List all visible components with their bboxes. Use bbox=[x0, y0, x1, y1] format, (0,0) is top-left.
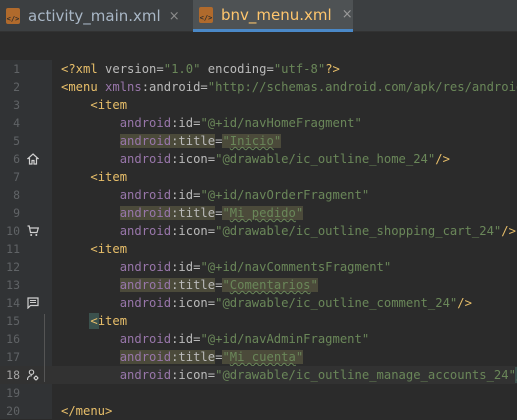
line-number: 18 bbox=[6, 368, 20, 382]
line-number: 8 bbox=[13, 188, 20, 202]
code-text: <item bbox=[89, 313, 128, 329]
code-text: <item bbox=[90, 98, 128, 112]
code-line[interactable]: 10 android:icon="@drawable/ic_outline_sh… bbox=[0, 222, 517, 240]
line-number: 12 bbox=[6, 260, 20, 274]
tab-label: activity_main.xml bbox=[28, 7, 161, 25]
home-icon[interactable] bbox=[26, 153, 40, 165]
close-icon[interactable]: × bbox=[342, 7, 353, 22]
breadcrumb-area bbox=[0, 32, 517, 60]
line-number: 3 bbox=[13, 98, 20, 112]
line-number: 14 bbox=[6, 296, 20, 310]
xml-file-icon: </> bbox=[6, 8, 20, 24]
code-line[interactable]: 8 android:id="@+id/navOrderFragment" bbox=[0, 186, 517, 204]
line-number: 17 bbox=[6, 350, 20, 364]
code-line[interactable]: 15 <item bbox=[0, 312, 517, 330]
code-text: <menu xmlns:android="http://schemas.andr… bbox=[61, 80, 517, 94]
line-number: 19 bbox=[6, 386, 20, 400]
code-line[interactable]: 17 android:title="Mi cuenta" bbox=[0, 348, 517, 366]
code-line[interactable]: 4 android:id="@+id/navHomeFragment" bbox=[0, 114, 517, 132]
line-number: 16 bbox=[6, 332, 20, 346]
line-number: 15 bbox=[6, 314, 20, 328]
code-text: android:icon="@drawable/ic_outline_comme… bbox=[119, 296, 472, 310]
line-number: 13 bbox=[6, 278, 20, 292]
code-line[interactable]: 20 </menu> bbox=[0, 402, 517, 420]
code-text: android:icon="@drawable/ic_outline_shopp… bbox=[119, 224, 516, 238]
code-line[interactable]: 3 <item bbox=[0, 96, 517, 114]
shopping-cart-icon[interactable] bbox=[27, 225, 40, 237]
tab-activity-main[interactable]: </> activity_main.xml × bbox=[0, 0, 192, 32]
xml-file-icon: </> bbox=[199, 6, 213, 23]
tab-label: bnv_menu.xml bbox=[221, 5, 332, 24]
code-line[interactable]: 9 android:title="Mi pedido" bbox=[0, 204, 517, 222]
tab-bnv-menu[interactable]: </> bnv_menu.xml × bbox=[193, 0, 353, 32]
manage-accounts-icon[interactable] bbox=[26, 369, 39, 381]
line-number: 10 bbox=[6, 224, 20, 238]
code-text: android:title="Inicio" bbox=[119, 134, 282, 148]
line-number: 11 bbox=[6, 242, 20, 256]
code-text: android:id="@+id/navOrderFragment" bbox=[119, 188, 370, 202]
line-number: 9 bbox=[13, 206, 20, 220]
line-number: 20 bbox=[6, 404, 20, 418]
code-line[interactable]: 6 android:icon="@drawable/ic_outline_hom… bbox=[0, 150, 517, 168]
code-line[interactable]: 2 <menu xmlns:android="http://schemas.and… bbox=[0, 78, 517, 96]
line-number: 6 bbox=[13, 152, 20, 166]
code-text: android:id="@+id/navHomeFragment" bbox=[119, 116, 362, 130]
line-number: 1 bbox=[13, 62, 20, 76]
code-line[interactable]: 19 bbox=[0, 384, 517, 402]
code-text: android:id="@+id/navCommentsFragment" bbox=[119, 260, 392, 274]
code-text: android:id="@+id/navAdminFragment" bbox=[119, 332, 370, 346]
code-line[interactable]: 7 <item bbox=[0, 168, 517, 186]
comment-icon[interactable] bbox=[27, 297, 39, 310]
code-text: android:icon="@drawable/ic_outline_manag… bbox=[61, 366, 517, 384]
code-line[interactable]: 18 android:icon="@drawable/ic_outline_ma… bbox=[0, 366, 517, 384]
code-line[interactable]: 12 android:id="@+id/navCommentsFragment" bbox=[0, 258, 517, 276]
code-line[interactable]: 1 <?xml version="1.0" encoding="utf-8"?> bbox=[0, 60, 517, 78]
code-text: android:title="Comentarios" bbox=[119, 278, 318, 292]
fold-guide bbox=[44, 314, 45, 382]
line-number: 2 bbox=[13, 80, 20, 94]
code-text: <item bbox=[90, 170, 128, 184]
code-text: android:title="Mi cuenta" bbox=[119, 350, 304, 364]
line-number: 7 bbox=[13, 170, 20, 184]
line-number: 5 bbox=[13, 134, 20, 148]
code-line[interactable]: 14 android:icon="@drawable/ic_outline_co… bbox=[0, 294, 517, 312]
code-text: <?xml version="1.0" encoding="utf-8"?> bbox=[61, 62, 340, 76]
code-line[interactable]: 11 <item bbox=[0, 240, 517, 258]
code-text: </menu> bbox=[61, 404, 113, 418]
editor-tab-bar: </> activity_main.xml × </> bnv_menu.xml… bbox=[0, 0, 517, 32]
code-text: android:title="Mi pedido" bbox=[119, 206, 304, 220]
line-number: 4 bbox=[13, 116, 20, 130]
code-text: android:icon="@drawable/ic_outline_home_… bbox=[119, 152, 450, 166]
code-line[interactable]: 16 android:id="@+id/navAdminFragment" bbox=[0, 330, 517, 348]
code-text: <item bbox=[90, 242, 128, 256]
close-icon[interactable]: × bbox=[169, 9, 180, 24]
code-line[interactable]: 13 android:title="Comentarios" bbox=[0, 276, 517, 294]
code-line[interactable]: 5 android:title="Inicio" bbox=[0, 132, 517, 150]
